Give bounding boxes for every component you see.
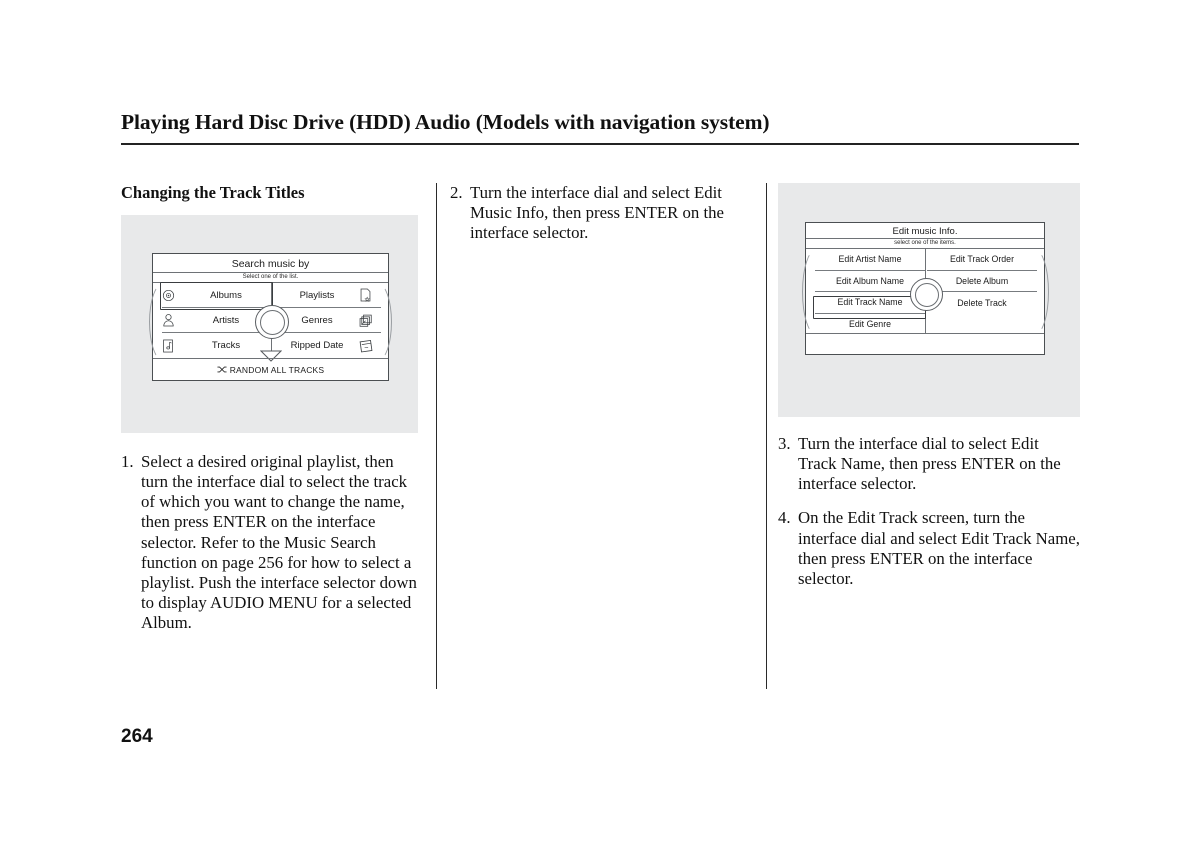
menu-item-label: Edit Track Order [949, 254, 1015, 265]
figure-search-music-by: Search music by Select one of the list. … [121, 215, 418, 433]
step-3: 3. Turn the interface dial to select Edi… [778, 434, 1080, 494]
page-title: Playing Hard Disc Drive (HDD) Audio (Mod… [121, 110, 770, 134]
menu-item-label: Edit Artist Name [838, 254, 902, 265]
step-number: 4. [778, 508, 791, 528]
selected-item-highlight [813, 296, 926, 319]
random-all-tracks-bar[interactable]: RANDOM ALL TRACKS [153, 359, 388, 380]
screen-footer-bar [806, 334, 1044, 354]
middle-column: 2. Turn the interface dial and select Ed… [450, 183, 750, 257]
menu-item-delete-track[interactable]: Delete Track [927, 292, 1037, 314]
interface-dial-icon[interactable] [255, 305, 289, 339]
menu-item-label: Tracks [211, 340, 241, 351]
person-icon [162, 313, 184, 327]
shuffle-icon [217, 366, 227, 373]
calendar-note-icon [359, 339, 381, 353]
figure-edit-music-info: Edit music Info. select one of the items… [778, 183, 1080, 417]
screen-rule-title [806, 238, 1044, 239]
menu-item-label: Delete Track [957, 297, 1007, 308]
nav-screen-search-music-by: Search music by Select one of the list. … [149, 253, 392, 381]
screen-title: Edit music Info. [892, 226, 958, 237]
right-column: Edit music Info. select one of the items… [778, 183, 1080, 603]
screen-subtitle: Select one of the list. [242, 274, 299, 280]
left-column: Changing the Track Titles Search music b… [121, 183, 421, 647]
nav-screen-edit-music-info: Edit music Info. select one of the items… [802, 222, 1049, 355]
step-4: 4. On the Edit Track screen, turn the in… [778, 508, 1080, 589]
interface-dial-icon[interactable] [910, 278, 943, 311]
random-all-tracks-label: RANDOM ALL TRACKS [229, 364, 325, 375]
menu-item-playlists[interactable]: Playlists [273, 283, 381, 308]
step-text: On the Edit Track screen, turn the inter… [798, 508, 1080, 588]
menu-item-label: Playlists [299, 289, 335, 301]
step-number: 1. [121, 452, 134, 471]
menu-item-label: Ripped Date [290, 340, 344, 351]
selected-item-highlight [160, 281, 273, 310]
menu-item-ripped-date[interactable]: Ripped Date [273, 333, 381, 358]
menu-item-label: Edit Album Name [836, 275, 904, 286]
step-1: 1. Select a desired original playlist, t… [121, 452, 421, 633]
column-divider-right [766, 183, 767, 689]
menu-item-edit-artist-name[interactable]: Edit Artist Name [815, 249, 925, 271]
section-heading-changing-track-titles: Changing the Track Titles [121, 183, 305, 202]
page-number: 264 [121, 726, 153, 747]
menu-item-label: Edit Genre [848, 319, 892, 330]
menu-item-delete-album[interactable]: Delete Album [927, 271, 1037, 292]
column-divider-left [436, 183, 437, 689]
menu-item-label: Delete Album [955, 275, 1009, 286]
genre-stack-icon [359, 313, 381, 327]
step-text: Turn the interface dial and select Edit … [470, 183, 725, 243]
step-text: Select a desired original playlist, then… [141, 452, 417, 633]
music-note-page-icon [162, 339, 184, 353]
menu-item-edit-track-order[interactable]: Edit Track Order [927, 249, 1037, 271]
step-2: 2. Turn the interface dial and select Ed… [450, 183, 750, 243]
step-number: 2. [450, 183, 463, 202]
playlist-star-icon [359, 288, 381, 302]
menu-item-edit-album-name[interactable]: Edit Album Name [815, 271, 925, 292]
menu-item-genres[interactable]: Genres [273, 308, 381, 333]
menu-item-tracks[interactable]: Tracks [162, 333, 270, 358]
interface-dial-inner [259, 309, 285, 335]
menu-item-artists[interactable]: Artists [162, 308, 270, 333]
screen-title: Search music by [231, 258, 310, 270]
interface-dial-inner [914, 282, 939, 307]
screen-rule-title [153, 272, 388, 273]
step-number: 3. [778, 434, 791, 453]
title-divider-rule [121, 143, 1079, 145]
step-text: Turn the interface dial to select Edit T… [798, 434, 1061, 494]
screen-subtitle: select one of the items. [894, 240, 956, 246]
